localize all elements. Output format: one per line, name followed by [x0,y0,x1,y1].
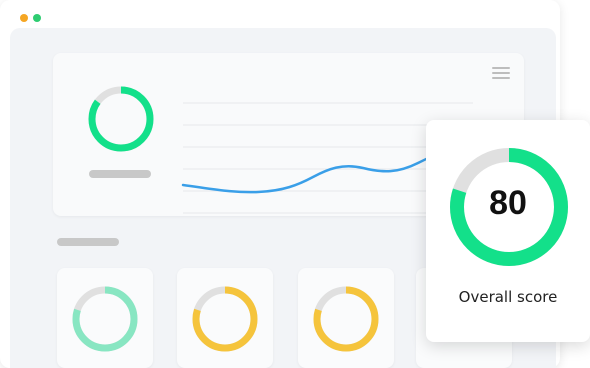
window-dot-orange [20,14,28,22]
window-dot-green [33,14,41,22]
overall-score-label: Overall score [458,288,558,306]
menu-icon-bar [492,67,510,69]
menu-icon-bar [492,77,510,79]
section-title-placeholder [57,238,119,246]
hamburger-menu-icon[interactable] [492,67,510,79]
overall-score-card: 80 Overall score [426,120,590,342]
widget-donut-1 [72,286,138,352]
widget-card-3 [298,268,394,368]
widget-donut-3 [313,286,379,352]
overview-donut [88,86,154,152]
overall-score-value: 80 [489,184,527,222]
widget-card-2 [177,268,273,368]
widget-donut-2 [192,286,258,352]
menu-icon-bar [492,72,510,74]
overview-title-placeholder [89,170,151,178]
widget-card-1 [57,268,153,368]
